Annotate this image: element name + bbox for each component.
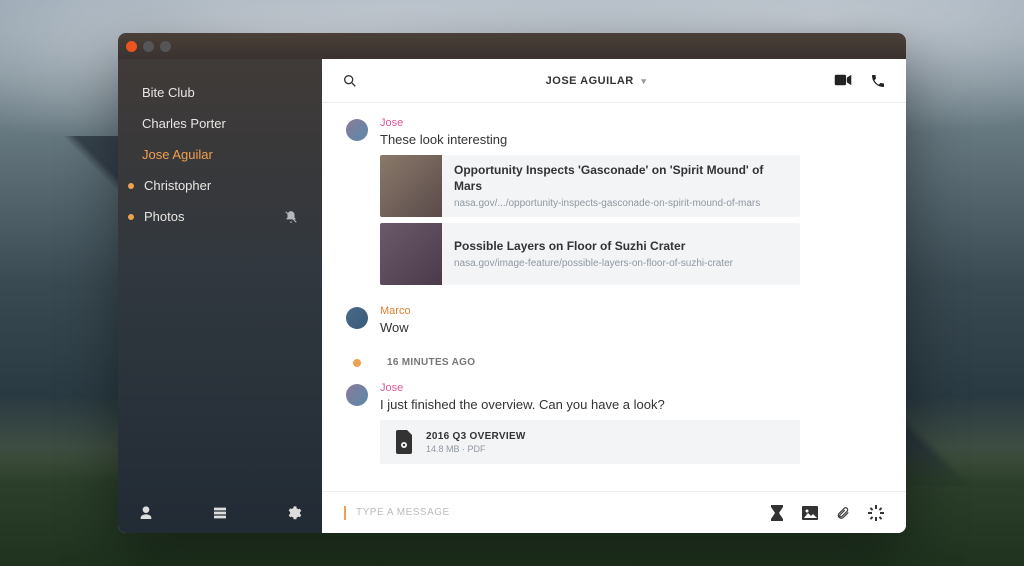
sidebar: Bite Club Charles Porter Jose Aguilar Ch…	[118, 33, 322, 533]
message-group: Jose These look interesting Opportunity …	[346, 117, 882, 291]
window-maximize-button[interactable]	[160, 41, 171, 52]
file-name: 2016 Q3 OVERVIEW	[426, 431, 526, 442]
conversation-list: Bite Club Charles Porter Jose Aguilar Ch…	[118, 59, 322, 493]
muted-icon	[284, 210, 298, 224]
conversation-title-label: JOSE AGUILAR	[546, 75, 634, 87]
conversation-item[interactable]: Bite Club	[118, 77, 322, 108]
message-author: Jose	[380, 382, 882, 394]
conversation-label: Bite Club	[142, 85, 195, 100]
timed-message-icon[interactable]	[770, 505, 784, 521]
unread-dot-icon	[128, 214, 134, 220]
image-icon[interactable]	[802, 506, 818, 520]
archive-icon[interactable]	[212, 505, 228, 521]
message-author: Marco	[380, 305, 882, 317]
conversation-item[interactable]: Christopher	[118, 170, 322, 201]
conversation-label: Photos	[144, 209, 184, 224]
chat-app-window: Bite Club Charles Porter Jose Aguilar Ch…	[118, 33, 906, 533]
link-url: nasa.gov/.../opportunity-inspects-gascon…	[454, 198, 788, 209]
header-actions	[834, 73, 886, 89]
link-url: nasa.gov/image-feature/possible-layers-o…	[454, 258, 733, 269]
file-attachment-card[interactable]: 2016 Q3 OVERVIEW 14.8 MB · PDF	[380, 420, 800, 464]
link-preview-card[interactable]: Possible Layers on Floor of Suzhi Crater…	[380, 223, 800, 285]
message-list: Jose These look interesting Opportunity …	[322, 103, 906, 491]
more-icon[interactable]	[868, 505, 884, 521]
main-panel: JOSE AGUILAR ▾ Jose These look interesti…	[322, 33, 906, 533]
contacts-icon[interactable]	[138, 505, 154, 521]
link-thumbnail	[380, 223, 442, 285]
file-icon	[394, 430, 414, 454]
avatar[interactable]	[346, 384, 368, 406]
unread-marker-icon	[353, 359, 361, 367]
message-text: I just finished the overview. Can you ha…	[380, 397, 882, 412]
file-meta: 14.8 MB · PDF	[426, 444, 526, 454]
audio-call-icon[interactable]	[870, 73, 886, 89]
unread-dot-icon	[128, 183, 134, 189]
composer-input[interactable]: TYPE A MESSAGE	[356, 507, 760, 518]
link-title: Opportunity Inspects 'Gasconade' on 'Spi…	[454, 163, 788, 194]
conversation-header: JOSE AGUILAR ▾	[322, 59, 906, 103]
message-composer: TYPE A MESSAGE	[322, 491, 906, 533]
search-icon[interactable]	[342, 73, 358, 89]
message-author: Jose	[380, 117, 882, 129]
settings-icon[interactable]	[286, 505, 302, 521]
link-thumbnail	[380, 155, 442, 217]
conversation-label: Christopher	[144, 178, 211, 193]
avatar[interactable]	[346, 307, 368, 329]
chevron-down-icon: ▾	[641, 76, 646, 86]
conversation-item[interactable]: Photos	[118, 201, 322, 232]
conversation-label: Jose Aguilar	[142, 147, 213, 162]
timestamp-divider: 16 MINUTES AGO	[346, 357, 882, 368]
video-call-icon[interactable]	[834, 73, 852, 89]
sidebar-footer	[118, 493, 322, 533]
conversation-item[interactable]: Charles Porter	[118, 108, 322, 139]
message-text: Wow	[380, 320, 882, 335]
timestamp-label: 16 MINUTES AGO	[387, 357, 475, 368]
window-titlebar	[118, 33, 906, 59]
message-text: These look interesting	[380, 132, 882, 147]
conversation-title[interactable]: JOSE AGUILAR ▾	[358, 75, 834, 87]
composer-cursor-icon	[344, 506, 346, 520]
message-group: Marco Wow	[346, 305, 882, 343]
attachment-icon[interactable]	[836, 505, 850, 521]
window-close-button[interactable]	[126, 41, 137, 52]
message-group: Jose I just finished the overview. Can y…	[346, 382, 882, 464]
link-preview-card[interactable]: Opportunity Inspects 'Gasconade' on 'Spi…	[380, 155, 800, 217]
conversation-label: Charles Porter	[142, 116, 226, 131]
avatar[interactable]	[346, 119, 368, 141]
conversation-item-active[interactable]: Jose Aguilar	[118, 139, 322, 170]
window-minimize-button[interactable]	[143, 41, 154, 52]
link-title: Possible Layers on Floor of Suzhi Crater	[454, 239, 733, 255]
